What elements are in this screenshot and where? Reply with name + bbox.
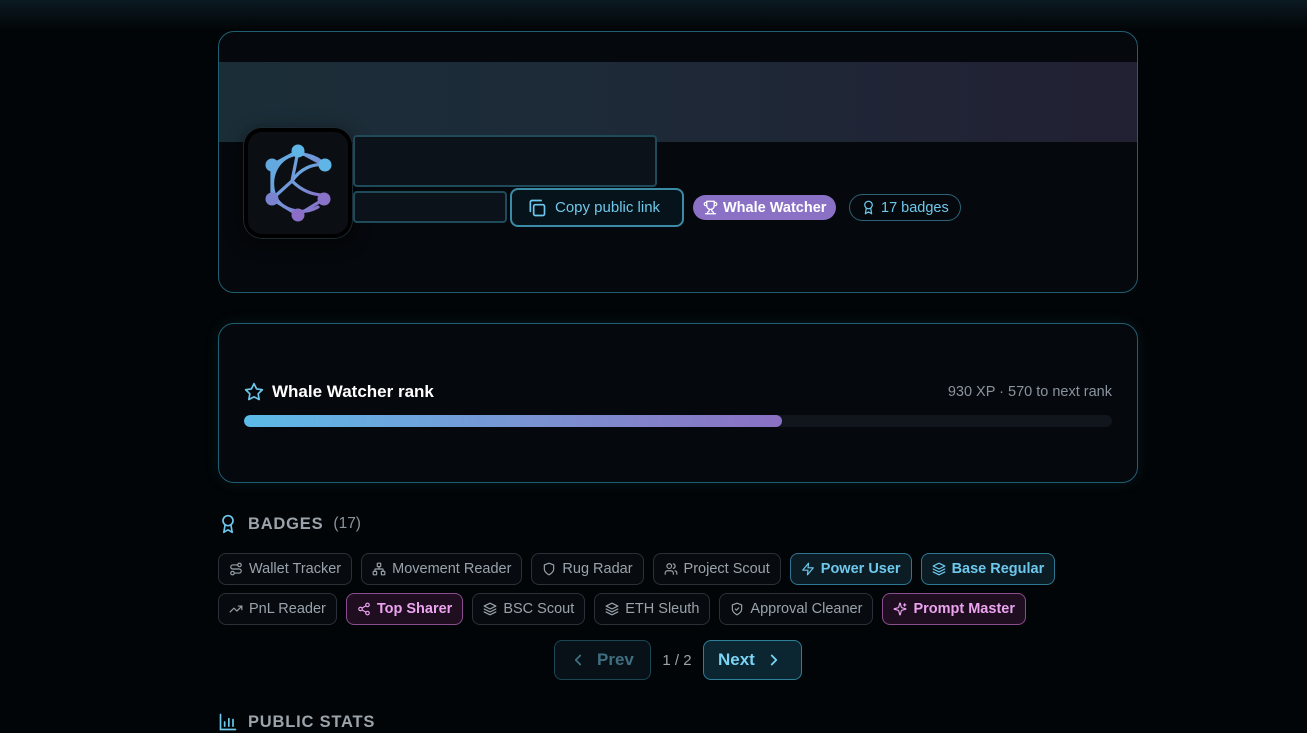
rank-badge-label: Whale Watcher bbox=[723, 199, 827, 216]
bar-chart-icon bbox=[219, 713, 237, 731]
badges-heading-text: BADGES bbox=[248, 514, 324, 533]
rank-title-text: Whale Watcher rank bbox=[272, 382, 434, 401]
chevron-left-icon bbox=[574, 654, 582, 666]
chevron-right-icon bbox=[770, 654, 778, 666]
rank-card: Whale Watcher rank 930 XP · 570 to next … bbox=[218, 323, 1138, 483]
badge-label: Approval Cleaner bbox=[750, 601, 863, 617]
badge-label: Wallet Tracker bbox=[249, 561, 342, 577]
share-icon bbox=[357, 602, 371, 616]
rank-progress-bar bbox=[244, 415, 1112, 427]
badge-power-user[interactable]: Power User bbox=[789, 553, 912, 585]
layers-icon bbox=[932, 562, 946, 576]
copy-icon bbox=[529, 199, 546, 216]
badge-count-pill[interactable]: 17 badges bbox=[849, 194, 961, 221]
badge-label: Rug Radar bbox=[562, 561, 633, 577]
copy-public-link-button[interactable]: Copy public link bbox=[510, 188, 684, 227]
rank-title: Whale Watcher rank bbox=[244, 382, 434, 402]
badges-count: (17) bbox=[333, 515, 361, 532]
badge-base-regular[interactable]: Base Regular bbox=[920, 553, 1056, 585]
copy-link-label: Copy public link bbox=[555, 199, 661, 216]
badge-wallet-tracker[interactable]: Wallet Tracker bbox=[218, 553, 353, 585]
trophy-icon bbox=[703, 200, 718, 215]
shield-check-icon bbox=[730, 602, 744, 616]
prev-page-button[interactable]: Prev bbox=[554, 640, 651, 680]
rank-badge: Whale Watcher bbox=[693, 195, 837, 220]
next-page-button[interactable]: Next bbox=[703, 640, 802, 680]
badge-label: Prompt Master bbox=[913, 601, 1015, 617]
trending-up-icon bbox=[229, 602, 243, 616]
star-icon bbox=[244, 382, 264, 401]
badge-label: ETH Sleuth bbox=[625, 601, 700, 617]
next-label: Next bbox=[718, 650, 755, 669]
badge-label: PnL Reader bbox=[249, 601, 326, 617]
badge-label: Movement Reader bbox=[392, 561, 512, 577]
sparkles-icon bbox=[893, 602, 907, 616]
shield-icon bbox=[542, 562, 556, 576]
handle-placeholder bbox=[353, 191, 507, 223]
avatar bbox=[244, 128, 352, 238]
badge-prompt-master[interactable]: Prompt Master bbox=[882, 593, 1026, 625]
network-icon bbox=[372, 562, 386, 576]
public-stats-heading-text: PUBLIC STATS bbox=[248, 712, 376, 731]
bolt-icon bbox=[801, 562, 815, 576]
badge-top-sharer[interactable]: Top Sharer bbox=[345, 593, 464, 625]
badges-heading: BADGES (17) bbox=[218, 514, 361, 534]
badge-row-2: PnL Reader Top Sharer BSC Scout ETH Sleuth A… bbox=[218, 593, 1026, 625]
profile-banner bbox=[219, 62, 1137, 142]
badge-eth-sleuth[interactable]: ETH Sleuth bbox=[594, 593, 711, 625]
top-glow bbox=[0, 0, 1307, 30]
badge-label: Power User bbox=[820, 561, 901, 577]
prev-label: Prev bbox=[597, 650, 634, 669]
badge-project-scout[interactable]: Project Scout bbox=[652, 553, 781, 585]
award-icon bbox=[222, 514, 234, 534]
rank-progress-fill bbox=[244, 415, 783, 427]
layers-icon bbox=[483, 602, 497, 616]
badge-bsc-scout[interactable]: BSC Scout bbox=[472, 593, 586, 625]
display-name-placeholder bbox=[353, 135, 657, 187]
badge-label: Project Scout bbox=[683, 561, 770, 577]
public-stats-heading: PUBLIC STATS bbox=[218, 712, 375, 732]
award-icon bbox=[864, 200, 873, 215]
route-icon bbox=[229, 562, 243, 576]
badge-row-1: Wallet Tracker Movement Reader Rug Radar Pr… bbox=[218, 553, 1056, 585]
badge-label: Top Sharer bbox=[376, 601, 453, 617]
badge-pnl-reader[interactable]: PnL Reader bbox=[218, 593, 337, 625]
network-logo-icon bbox=[265, 144, 332, 222]
rank-xp-text: 930 XP · 570 to next rank bbox=[947, 384, 1112, 400]
profile-card: Copy public link Whale Watcher 17 badges bbox=[218, 31, 1138, 293]
badge-label: BSC Scout bbox=[503, 601, 575, 617]
badge-label: Base Regular bbox=[951, 561, 1045, 577]
badge-count-label: 17 badges bbox=[881, 199, 949, 216]
badge-rug-radar[interactable]: Rug Radar bbox=[531, 553, 644, 585]
badge-pagination: Prev 1 / 2 Next bbox=[554, 640, 802, 680]
users-icon bbox=[664, 562, 678, 576]
layers-icon bbox=[605, 602, 619, 616]
badge-approval-cleaner[interactable]: Approval Cleaner bbox=[719, 593, 874, 625]
page-indicator: 1 / 2 bbox=[662, 651, 692, 669]
badge-movement-reader[interactable]: Movement Reader bbox=[361, 553, 523, 585]
